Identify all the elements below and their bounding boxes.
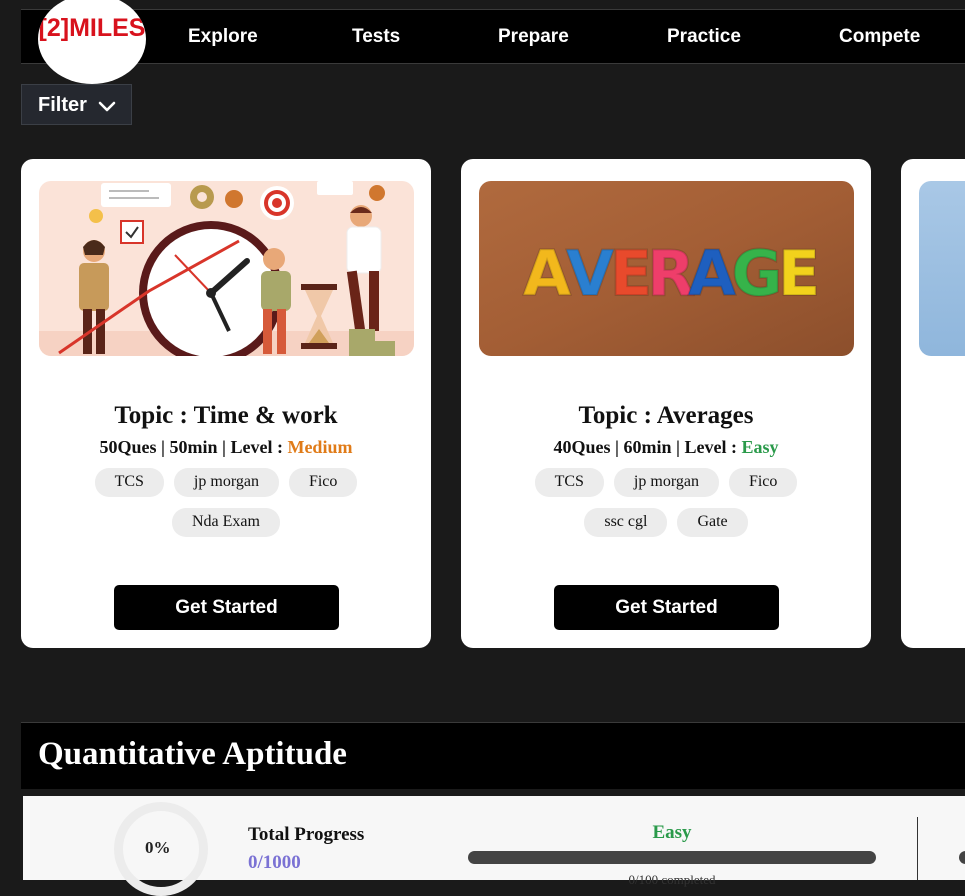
total-progress-label: Total Progress [248,824,365,845]
tag[interactable]: TCS [534,468,604,497]
topic-card-averages: A V E R A G E Topic : Averages 40Ques | … [461,159,871,648]
company-tags: TCS jp morgan Fico Nda Exam [76,468,376,537]
logo[interactable]: [2]MILES [38,0,146,84]
card-meta: 50Ques | 50min | Level : Medium [21,437,431,458]
tag[interactable]: jp morgan [173,468,279,497]
svg-text:A: A [688,237,736,310]
nav-explore[interactable]: Explore [188,26,258,48]
time-work-illustration [39,181,414,356]
tag[interactable]: Fico [728,468,798,497]
svg-text:G: G [732,237,783,310]
tag[interactable]: TCS [94,468,164,497]
card-meta-text: 50Ques | 50min | Level : [99,437,288,457]
medium-progress-bar [959,851,965,864]
easy-label: Easy [652,822,692,843]
svg-text:V: V [566,237,614,310]
nav-practice[interactable]: Practice [667,26,741,48]
filter-label: Filter [38,94,87,116]
get-started-button[interactable]: Get Started [114,585,339,630]
section-title: Quantitative Aptitude [38,736,347,772]
card-image-partial [919,181,965,356]
logo-text: [2]MILES [38,14,146,42]
progress-panel: 0% Total Progress 0/1000 Easy 0/100 comp… [23,796,965,896]
topic-card-time-work: Topic : Time & work 50Ques | 50min | Lev… [21,159,431,648]
card-meta: 40Ques | 60min | Level : Easy [461,437,871,458]
company-tags: TCS jp morgan Fico ssc cgl Gate [516,468,816,537]
card-title: Topic : Averages [578,402,754,429]
chevron-down-icon [98,101,116,112]
easy-progress-bar [468,851,876,864]
svg-text:E: E [610,237,652,310]
tag[interactable]: jp morgan [613,468,719,497]
get-started-button[interactable]: Get Started [554,585,779,630]
nav-prepare[interactable]: Prepare [498,26,569,48]
top-navbar: [2]MILES Explore Tests Prepare Practice … [21,0,965,84]
card-title: Topic : Time & work [114,402,338,429]
svg-text:E: E [778,237,820,310]
card-meta-text: 40Ques | 60min | Level : [553,437,742,457]
svg-text:A: A [523,237,571,310]
divider [917,817,918,880]
easy-completed-text: 0/100 completed [628,872,716,887]
nav-compete[interactable]: Compete [839,26,920,48]
total-progress-value: 0/1000 [248,852,301,873]
tag[interactable]: ssc cgl [584,508,668,537]
averages-image: A V E R A G E [479,181,854,356]
section-header: Quantitative Aptitude [21,722,965,789]
progress-percent: 0% [145,838,171,857]
nav-tests[interactable]: Tests [352,26,400,48]
level-badge: Easy [741,437,779,457]
tag[interactable]: Nda Exam [172,508,280,537]
tag[interactable]: Gate [677,508,748,537]
level-badge: Medium [287,437,353,457]
left-gutter [0,0,21,880]
tag[interactable]: Fico [288,468,358,497]
filter-button[interactable]: Filter [21,84,132,125]
